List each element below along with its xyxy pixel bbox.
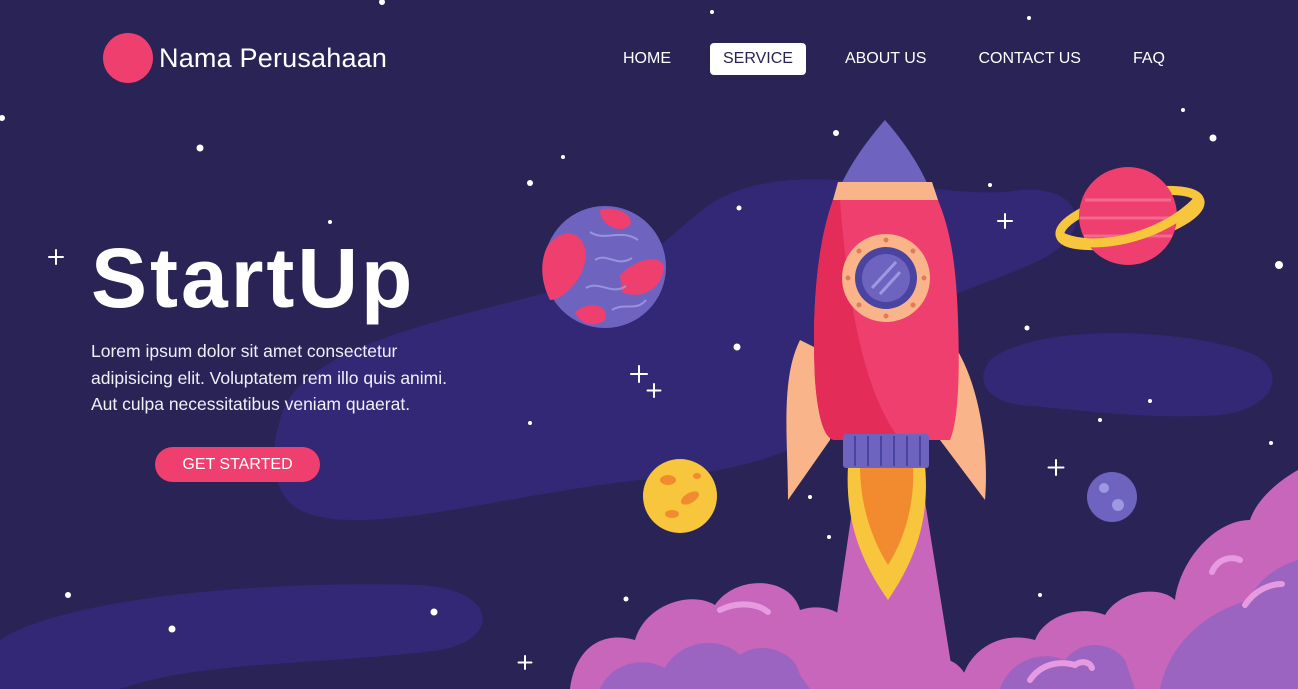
nav-faq[interactable]: FAQ — [1120, 43, 1178, 75]
hero-section: StartUp Lorem ipsum dolor sit amet conse… — [91, 228, 471, 418]
nav-service[interactable]: SERVICE — [710, 43, 806, 75]
main-nav: HOME SERVICE ABOUT US CONTACT US FAQ — [610, 43, 1178, 75]
nav-about-us[interactable]: ABOUT US — [832, 43, 940, 75]
rocket-icon — [786, 120, 986, 500]
nav-home[interactable]: HOME — [610, 43, 684, 75]
site-header: Nama Perusahaan HOME SERVICE ABOUT US CO… — [0, 0, 1298, 118]
nebula-shape — [983, 333, 1273, 417]
brand-name: Nama Perusahaan — [159, 42, 388, 73]
brand-logo[interactable]: Nama Perusahaan — [103, 33, 387, 83]
logo-circle-icon — [103, 33, 153, 83]
ringed-planet-icon — [1055, 167, 1205, 265]
get-started-button[interactable]: GET STARTED — [155, 447, 320, 482]
nav-contact-us[interactable]: CONTACT US — [965, 43, 1094, 75]
moon-icon — [643, 459, 717, 533]
hero-title: StartUp — [91, 231, 416, 325]
moon-icon — [1087, 472, 1137, 522]
hero-description: Lorem ipsum dolor sit amet consectetur a… — [91, 341, 447, 414]
nebula-shape — [0, 584, 483, 689]
